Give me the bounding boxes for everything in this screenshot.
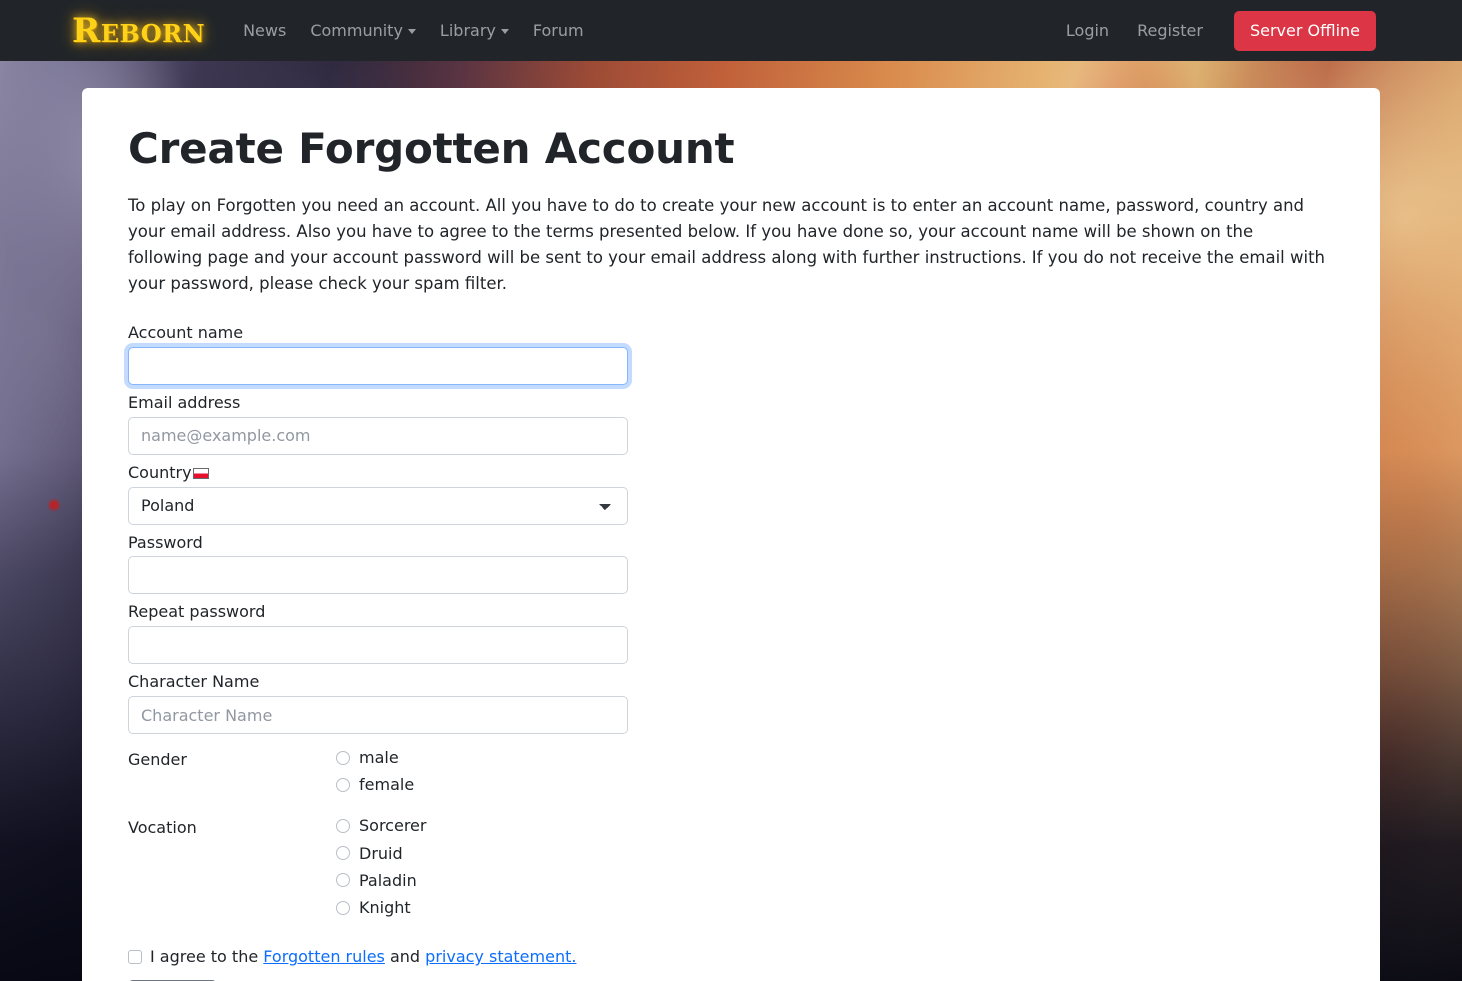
character-name-label: Character Name (128, 672, 260, 692)
field-gender: Gender male female (128, 748, 1334, 794)
nav-item-community[interactable]: Community (298, 13, 428, 48)
nav-item-news[interactable]: News (231, 13, 298, 48)
field-email: Email address (128, 393, 1334, 455)
gender-label: Gender (128, 750, 187, 770)
create-account-form: Account name Email address Country Polan… (128, 323, 1334, 981)
agreement-text: I agree to the Forgotten rules and priva… (150, 947, 576, 966)
radio-icon[interactable] (336, 819, 350, 833)
field-account-name: Account name (128, 323, 1334, 386)
vocation-option-paladin[interactable]: Paladin (336, 871, 426, 890)
account-name-input[interactable] (128, 347, 628, 386)
nav-item-community-label: Community (310, 21, 403, 40)
repeat-password-label: Repeat password (128, 602, 266, 622)
field-repeat-password: Repeat password (128, 602, 1334, 665)
field-character-name: Character Name (128, 672, 1334, 735)
gender-option-female[interactable]: female (336, 775, 414, 794)
vocation-option-paladin-label: Paladin (359, 870, 417, 890)
agree-checkbox[interactable] (128, 949, 142, 964)
country-label: Country (128, 463, 1334, 484)
chevron-down-icon (407, 29, 416, 34)
repeat-password-input[interactable] (128, 626, 628, 665)
account-name-label: Account name (128, 323, 244, 343)
vocation-option-sorcerer[interactable]: Sorcerer (336, 816, 426, 835)
country-select[interactable]: Poland (128, 486, 628, 525)
nav-item-forum[interactable]: Forum (521, 13, 596, 48)
nav-right-group: Login Register Server Offline (1052, 10, 1376, 51)
vocation-option-knight-label: Knight (359, 897, 411, 917)
page-root: Reborn News Community Library Forum Logi… (0, 0, 1462, 981)
password-label: Password (128, 532, 203, 552)
site-logo[interactable]: Reborn (72, 14, 205, 48)
vocation-option-druid-label: Druid (359, 843, 403, 863)
email-input[interactable] (128, 416, 628, 455)
gender-option-female-label: female (359, 775, 415, 795)
nav-item-forum-label: Forum (532, 21, 584, 40)
register-link[interactable]: Register (1123, 13, 1217, 48)
vocation-option-druid[interactable]: Druid (336, 844, 426, 863)
nav-item-news-label: News (243, 21, 287, 40)
vocation-option-knight[interactable]: Knight (336, 898, 426, 917)
radio-icon[interactable] (336, 900, 350, 915)
forgotten-rules-link[interactable]: Forgotten rules (263, 947, 385, 966)
email-label: Email address (128, 393, 241, 413)
gender-option-male-label: male (359, 748, 399, 768)
gender-options: male female (336, 748, 414, 794)
radio-icon[interactable] (336, 846, 350, 861)
radio-icon[interactable] (336, 750, 350, 765)
poland-flag-icon (192, 467, 209, 479)
nav-item-library[interactable]: Library (428, 13, 521, 48)
agreement-prefix: I agree to the (150, 947, 264, 967)
intro-paragraph: To play on Forgotten you need an account… (128, 196, 1325, 294)
character-name-input[interactable] (128, 696, 628, 735)
vocation-option-sorcerer-label: Sorcerer (359, 816, 427, 836)
primary-nav: News Community Library Forum (231, 13, 596, 48)
login-link[interactable]: Login (1052, 13, 1123, 48)
vocation-options: Sorcerer Druid Paladin Knight (336, 816, 426, 917)
content-card: Create Forgotten Account To play on Forg… (82, 88, 1380, 981)
password-input[interactable] (128, 556, 628, 595)
field-country: Country Poland (128, 463, 1334, 525)
nav-item-library-label: Library (439, 21, 496, 40)
radio-icon[interactable] (336, 873, 350, 888)
privacy-statement-link[interactable]: privacy statement. (425, 947, 576, 966)
top-navbar: Reborn News Community Library Forum Logi… (0, 0, 1462, 61)
vocation-label: Vocation (128, 818, 197, 838)
agreement-row: I agree to the Forgotten rules and priva… (128, 947, 1334, 966)
chevron-down-icon (500, 29, 509, 34)
country-label-text: Country (128, 462, 192, 482)
server-status-badge[interactable]: Server Offline (1233, 10, 1376, 51)
field-vocation: Vocation Sorcerer Druid Paladin Knight (128, 816, 1334, 917)
field-password: Password (128, 533, 1334, 595)
page-title: Create Forgotten Account (128, 124, 735, 173)
gender-option-male[interactable]: male (336, 748, 414, 767)
agreement-middle: and (384, 947, 426, 967)
radio-icon[interactable] (336, 777, 350, 792)
